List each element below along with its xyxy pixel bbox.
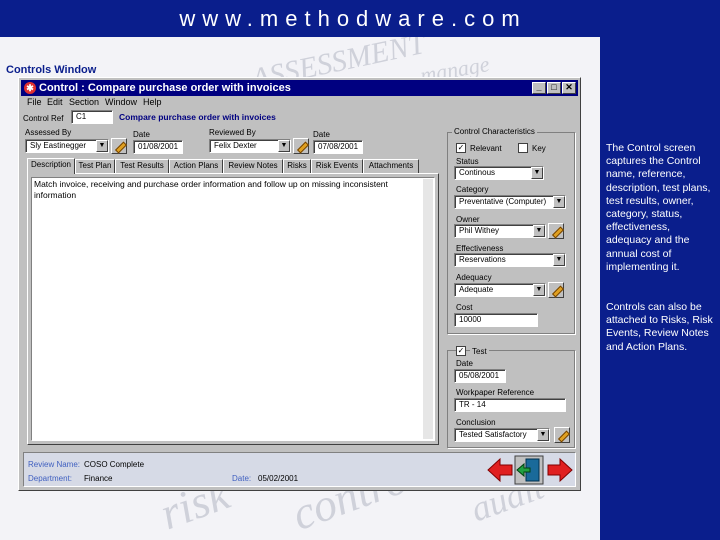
pencil-icon[interactable] bbox=[548, 223, 564, 239]
pencil-icon[interactable] bbox=[111, 138, 127, 154]
menu-window[interactable]: Window bbox=[105, 97, 137, 107]
previous-arrow-icon[interactable] bbox=[486, 457, 514, 483]
tab-risks[interactable]: Risks bbox=[283, 159, 311, 173]
conclusion-value: Tested Satisfactory bbox=[459, 430, 527, 439]
window-title: Control : Compare purchase order with in… bbox=[39, 82, 291, 94]
menu-file[interactable]: File bbox=[27, 97, 42, 107]
assessed-date-label: Date bbox=[133, 130, 150, 139]
control-characteristics-group: Control Characteristics ✓ Relevant Key S… bbox=[447, 127, 575, 334]
workpaper-label: Workpaper Reference bbox=[456, 388, 535, 397]
effectiveness-value: Reservations bbox=[459, 255, 506, 264]
chevron-down-icon[interactable]: ▼ bbox=[278, 140, 290, 152]
test-date-input[interactable]: 05/08/2001 bbox=[454, 369, 506, 383]
reviewed-by-label: Reviewed By bbox=[209, 128, 256, 137]
adequacy-value: Adequate bbox=[459, 285, 494, 294]
chevron-down-icon[interactable]: ▼ bbox=[553, 254, 565, 266]
minimize-button[interactable]: _ bbox=[532, 82, 546, 94]
cost-label: Cost bbox=[456, 303, 473, 312]
tab-description[interactable]: Description bbox=[27, 158, 75, 174]
side-panel bbox=[600, 37, 720, 540]
department-value: Finance bbox=[84, 474, 113, 483]
test-checkbox[interactable]: ✓ bbox=[456, 346, 466, 356]
assessed-date-input[interactable]: 01/08/2001 bbox=[133, 140, 183, 154]
chevron-down-icon[interactable]: ▼ bbox=[553, 196, 565, 208]
next-arrow-icon[interactable] bbox=[546, 457, 574, 483]
status-label: Status bbox=[456, 157, 479, 166]
tab-review-notes[interactable]: Review Notes bbox=[223, 159, 283, 173]
owner-label: Owner bbox=[456, 215, 480, 224]
maximize-button[interactable]: □ bbox=[547, 82, 561, 94]
adequacy-label: Adequacy bbox=[456, 273, 492, 282]
effectiveness-select[interactable]: Reservations ▼ bbox=[454, 253, 566, 267]
test-title: Test bbox=[470, 347, 489, 356]
department-label: Department: bbox=[28, 474, 73, 483]
review-name-label: Review Name: bbox=[28, 460, 81, 469]
adequacy-select[interactable]: Adequate ▼ bbox=[454, 283, 546, 297]
reviewed-date-label: Date bbox=[313, 130, 330, 139]
reviewed-by-value: Felix Dexter bbox=[214, 141, 257, 150]
chevron-down-icon[interactable]: ▼ bbox=[96, 140, 108, 152]
tab-risk-events[interactable]: Risk Events bbox=[311, 159, 363, 173]
reviewed-by-select[interactable]: Felix Dexter ▼ bbox=[209, 139, 291, 153]
chevron-down-icon[interactable]: ▼ bbox=[537, 429, 549, 441]
status-date-label: Date: bbox=[232, 474, 252, 483]
chevron-down-icon[interactable]: ▼ bbox=[531, 167, 543, 179]
relevant-label: Relevant bbox=[470, 144, 502, 153]
tab-attachments[interactable]: Attachments bbox=[363, 159, 419, 173]
pencil-icon[interactable] bbox=[554, 427, 570, 443]
menu-section[interactable]: Section bbox=[69, 97, 99, 107]
characteristics-title: Control Characteristics bbox=[452, 127, 537, 136]
key-label: Key bbox=[532, 144, 546, 153]
conclusion-select[interactable]: Tested Satisfactory ▼ bbox=[454, 428, 550, 442]
chevron-down-icon[interactable]: ▼ bbox=[533, 284, 545, 296]
control-name: Compare purchase order with invoices bbox=[119, 112, 276, 122]
review-name-value: COSO Complete bbox=[84, 460, 145, 469]
control-ref-input[interactable]: C1 bbox=[71, 110, 113, 124]
key-checkbox[interactable] bbox=[518, 143, 528, 153]
test-date-label: Date bbox=[456, 359, 473, 368]
description-textarea[interactable]: Match invoice, receiving and purchase or… bbox=[31, 177, 435, 441]
description-panel: Match invoice, receiving and purchase or… bbox=[27, 173, 439, 445]
assessed-by-value: Sly Eastinegger bbox=[30, 141, 87, 150]
owner-value: Phil Withey bbox=[459, 226, 500, 235]
side-description-2: Controls can also be attached to Risks, … bbox=[606, 301, 713, 353]
pencil-icon[interactable] bbox=[548, 282, 564, 298]
menu-help[interactable]: Help bbox=[143, 97, 162, 107]
tab-test-plan[interactable]: Test Plan bbox=[75, 159, 115, 173]
conclusion-label: Conclusion bbox=[456, 418, 496, 427]
site-banner: www.methodware.com bbox=[0, 0, 720, 37]
tab-test-results[interactable]: Test Results bbox=[115, 159, 169, 173]
status-date-value: 05/02/2001 bbox=[258, 474, 299, 483]
exit-door-icon[interactable] bbox=[514, 455, 544, 485]
category-select[interactable]: Preventative (Computer) ▼ bbox=[454, 195, 566, 209]
control-window: ✱ Control : Compare purchase order with … bbox=[18, 77, 581, 491]
menu-edit[interactable]: Edit bbox=[47, 97, 63, 107]
side-description-1: The Control screen captures the Control … bbox=[606, 142, 711, 273]
tab-action-plans[interactable]: Action Plans bbox=[169, 159, 223, 173]
relevant-checkbox[interactable]: ✓ bbox=[456, 143, 466, 153]
window-caption: Controls Window bbox=[6, 64, 97, 76]
scrollbar[interactable] bbox=[423, 179, 433, 439]
category-label: Category bbox=[456, 185, 489, 194]
pencil-icon[interactable] bbox=[293, 138, 309, 154]
window-titlebar[interactable]: ✱ Control : Compare purchase order with … bbox=[21, 80, 578, 96]
app-icon: ✱ bbox=[24, 82, 36, 94]
control-ref-label: Control Ref bbox=[23, 114, 64, 123]
test-group: ✓ Test Date 05/08/2001 Workpaper Referen… bbox=[447, 346, 575, 448]
close-button[interactable]: ✕ bbox=[562, 82, 576, 94]
status-bar: Review Name: COSO Complete Department: F… bbox=[23, 452, 576, 487]
assessed-by-label: Assessed By bbox=[25, 128, 72, 137]
status-select[interactable]: Continous ▼ bbox=[454, 166, 544, 180]
status-value: Continous bbox=[459, 168, 496, 177]
assessed-by-select[interactable]: Sly Eastinegger ▼ bbox=[25, 139, 109, 153]
chevron-down-icon[interactable]: ▼ bbox=[533, 225, 545, 237]
description-text: Match invoice, receiving and purchase or… bbox=[34, 179, 388, 200]
workpaper-input[interactable]: TR - 14 bbox=[454, 398, 566, 412]
category-value: Preventative (Computer) bbox=[459, 197, 547, 206]
reviewed-date-input[interactable]: 07/08/2001 bbox=[313, 140, 363, 154]
cost-input[interactable]: 10000 bbox=[454, 313, 538, 327]
owner-select[interactable]: Phil Withey ▼ bbox=[454, 224, 546, 238]
effectiveness-label: Effectiveness bbox=[456, 244, 504, 253]
